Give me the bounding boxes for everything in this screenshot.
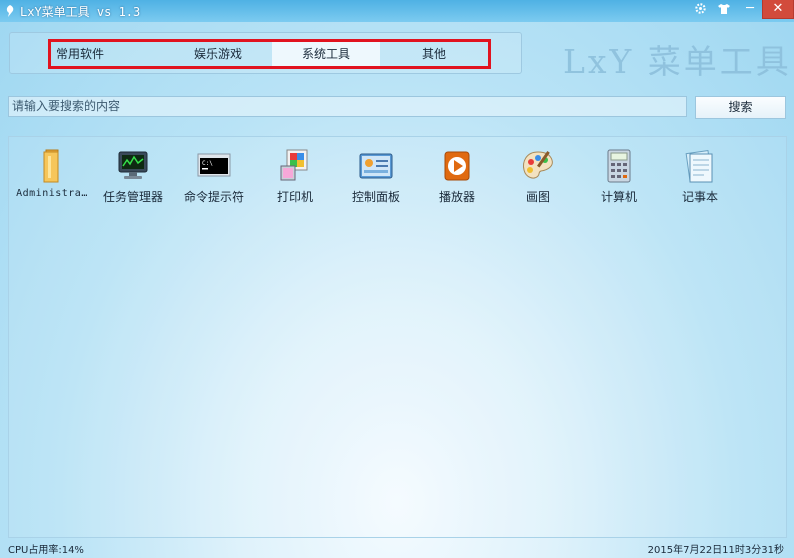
tab-common-software[interactable]: 常用软件 <box>51 42 164 66</box>
app-label: 任务管理器 <box>102 190 163 204</box>
app-logo-icon <box>6 5 14 17</box>
tab-entertainment-games[interactable]: 娱乐游戏 <box>164 42 272 66</box>
brand-watermark: LxY 菜单工具 <box>563 42 792 81</box>
search-button[interactable]: 搜索 <box>695 96 786 119</box>
printer-icon <box>280 149 308 181</box>
title-bar: LxY菜单工具 vs 1.3 ─ ✕ <box>0 0 794 22</box>
category-tabs: 常用软件 娱乐游戏 系统工具 其他 <box>48 39 491 69</box>
command-prompt-icon: C:\ <box>197 153 231 177</box>
app-label: 控制面板 <box>351 190 400 204</box>
skin-icon[interactable] <box>714 0 734 18</box>
calculator-icon <box>607 149 631 183</box>
control-panel-icon <box>359 153 393 179</box>
app-label: Administra… <box>16 188 88 199</box>
app-label: 画图 <box>525 190 550 204</box>
app-label: 命令提示符 <box>183 190 244 204</box>
app-paint[interactable]: 画图 <box>498 148 578 205</box>
app-calculator[interactable]: 计算机 <box>579 148 659 205</box>
minimize-icon: ─ <box>746 1 754 16</box>
window-title: LxY菜单工具 vs 1.3 <box>20 5 141 19</box>
search-input[interactable] <box>8 96 687 117</box>
app-control-panel[interactable]: 控制面板 <box>336 148 416 205</box>
app-label: 计算机 <box>600 190 637 204</box>
app-media-player[interactable]: 播放器 <box>417 148 497 205</box>
close-button[interactable]: ✕ <box>762 0 794 19</box>
cpu-usage: CPU占用率:14% <box>8 545 84 556</box>
app-label: 打印机 <box>276 190 313 204</box>
app-task-manager[interactable]: 任务管理器 <box>93 148 173 205</box>
folder-icon <box>43 149 59 183</box>
tab-system-tools[interactable]: 系统工具 <box>272 42 380 66</box>
app-command-prompt[interactable]: C:\ 命令提示符 <box>174 148 254 205</box>
minimize-button[interactable]: ─ <box>738 0 762 18</box>
app-notepad[interactable]: 记事本 <box>660 148 740 205</box>
media-player-icon <box>444 151 470 181</box>
app-label: 记事本 <box>681 190 718 204</box>
app-printer[interactable]: 打印机 <box>255 148 335 205</box>
close-icon: ✕ <box>772 1 784 16</box>
tab-other[interactable]: 其他 <box>380 42 488 66</box>
task-manager-icon <box>118 151 148 179</box>
app-label: 播放器 <box>438 190 475 204</box>
app-administrator[interactable]: Administra… <box>12 148 92 199</box>
svg-text:C:\: C:\ <box>202 160 213 167</box>
datetime: 2015年7月22日11时3分31秒 <box>647 545 784 556</box>
gear-icon[interactable] <box>690 0 710 18</box>
paint-palette-icon <box>523 151 553 179</box>
notepad-icon <box>685 150 713 183</box>
